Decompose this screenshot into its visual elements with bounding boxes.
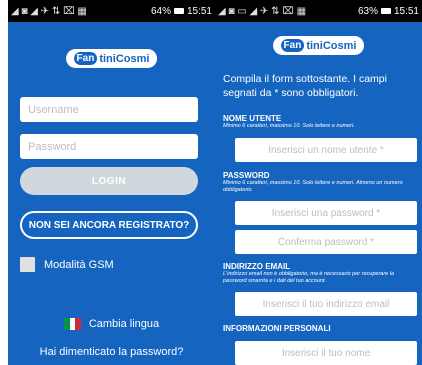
login-screen: ◢ ◙ ◢ ✈ ⇅ ⌧ ▦ 64% 15:51 Fan tiniCosmi Us…: [8, 0, 215, 365]
status-icons: ◢ ◙ ▭ ◢ ✈ ⇅ ⌧ ▦: [218, 5, 307, 17]
battery-icon: [380, 8, 391, 14]
forgot-password-link[interactable]: Hai dimenticato la password?: [8, 346, 215, 358]
logo-fan: Fan: [73, 52, 98, 65]
registration-screen: ◢ ◙ ▭ ◢ ✈ ⇅ ⌧ ▦ 63% 15:51 Fan tiniCosmi …: [215, 0, 422, 365]
change-language-label: Cambia lingua: [88, 318, 160, 330]
username-section-title: NOME UTENTE: [223, 114, 282, 123]
password-section-title: PASSWORD: [223, 171, 270, 180]
email-input[interactable]: Inserisci il tuo indirizzo email: [235, 292, 417, 316]
password-hint: Minimo 6 caratteri, massimo 10. Solo let…: [223, 180, 403, 193]
status-bar: ◢ ◙ ▭ ◢ ✈ ⇅ ⌧ ▦ 63% 15:51: [215, 0, 422, 22]
logo-rest: tiniCosmi: [99, 52, 150, 65]
change-language-button[interactable]: Cambia lingua: [8, 318, 215, 330]
login-button[interactable]: LOGIN: [20, 167, 198, 195]
email-section-title: INDIRIZZO EMAIL: [223, 262, 291, 271]
status-icons: ◢ ◙ ◢ ✈ ⇅ ⌧ ▦: [11, 5, 87, 17]
register-button[interactable]: NON SEI ANCORA REGISTRATO?: [20, 211, 198, 239]
username-hint: Minimo 6 caratteri, massimo 10. Solo let…: [223, 123, 355, 129]
battery-percent: 64%: [150, 5, 171, 17]
form-intro-text: Compila il form sottostante. I campi seg…: [223, 73, 387, 99]
status-bar: ◢ ◙ ◢ ✈ ⇅ ⌧ ▦ 64% 15:51: [8, 0, 215, 22]
fantini-cosmi-logo: Fan tiniCosmi: [65, 49, 158, 68]
username-input[interactable]: Username: [20, 97, 198, 122]
gsm-checkbox[interactable]: [20, 257, 35, 272]
clock: 15:51: [393, 5, 419, 17]
password-input[interactable]: Password: [20, 134, 198, 159]
clock: 15:51: [186, 5, 212, 17]
logo-fan: Fan: [280, 39, 305, 52]
confirm-password-input[interactable]: Conferma password *: [235, 230, 417, 254]
username-input[interactable]: Inserisci un nome utente *: [235, 138, 417, 162]
email-hint: L'indirizzo email non è obbligatorio, ma…: [223, 271, 395, 284]
first-name-input[interactable]: Inserisci il tuo nome: [235, 341, 417, 365]
password-input[interactable]: Inserisci una password *: [235, 201, 417, 225]
battery-icon: [173, 8, 184, 14]
personal-info-section-title: INFORMAZIONI PERSONALI: [223, 324, 331, 333]
battery-percent: 63%: [357, 5, 378, 17]
gsm-mode-toggle[interactable]: Modalità GSM: [20, 257, 114, 272]
italian-flag-icon: [63, 318, 81, 330]
logo-rest: tiniCosmi: [306, 39, 357, 52]
fantini-cosmi-logo: Fan tiniCosmi: [272, 36, 365, 55]
gsm-label: Modalità GSM: [44, 258, 114, 271]
